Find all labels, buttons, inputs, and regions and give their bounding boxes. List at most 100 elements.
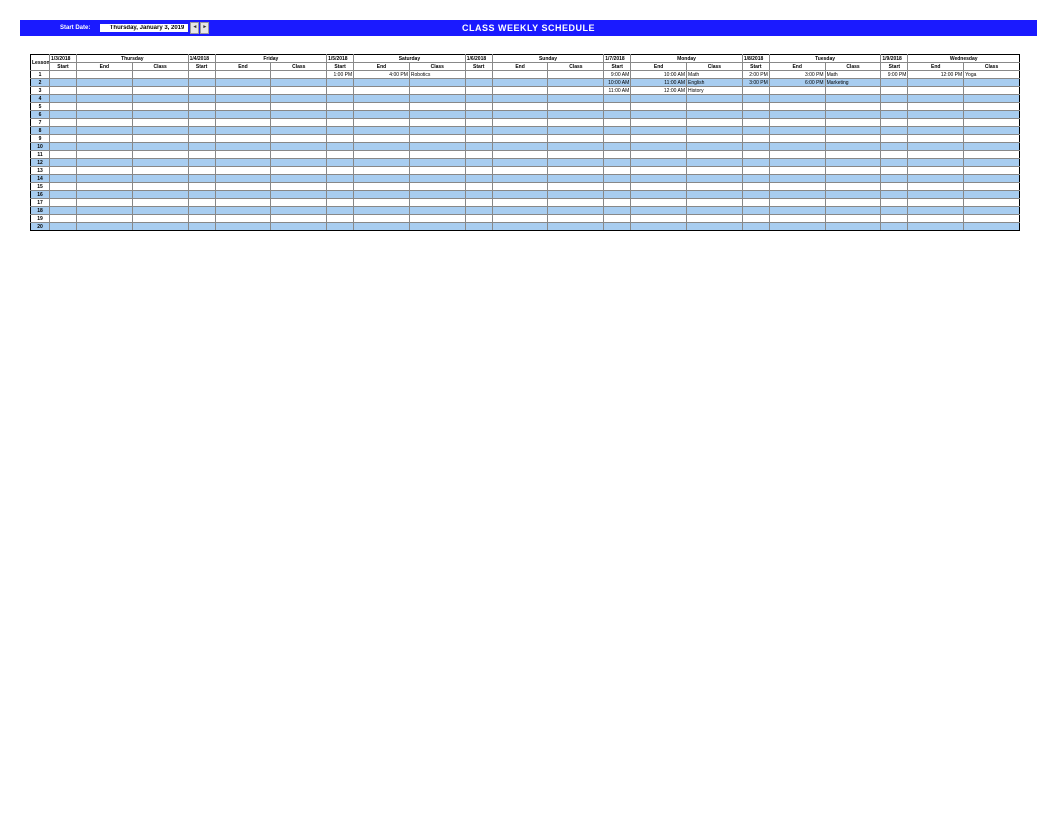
cell-class[interactable] (132, 159, 188, 167)
cell-class[interactable] (409, 103, 465, 111)
cell-start[interactable] (742, 151, 769, 159)
cell-start[interactable] (742, 135, 769, 143)
cell-start[interactable] (742, 103, 769, 111)
cell-end[interactable] (908, 119, 964, 127)
cell-class[interactable] (271, 223, 327, 231)
cell-class[interactable] (687, 111, 743, 119)
spinner-right-icon[interactable]: ► (200, 22, 209, 34)
cell-class[interactable] (825, 159, 881, 167)
cell-start[interactable] (188, 143, 215, 151)
cell-class[interactable] (409, 207, 465, 215)
cell-end[interactable] (492, 151, 548, 159)
cell-class[interactable] (548, 103, 604, 111)
cell-start[interactable] (604, 159, 631, 167)
cell-class[interactable] (409, 79, 465, 87)
cell-class[interactable] (548, 95, 604, 103)
cell-class[interactable] (409, 111, 465, 119)
cell-start[interactable] (742, 215, 769, 223)
cell-start[interactable] (465, 135, 492, 143)
cell-start[interactable] (604, 119, 631, 127)
cell-class[interactable] (964, 223, 1020, 231)
cell-class[interactable] (409, 135, 465, 143)
cell-start[interactable] (188, 119, 215, 127)
cell-end[interactable] (354, 87, 410, 95)
cell-start[interactable] (881, 111, 908, 119)
cell-start[interactable] (327, 215, 354, 223)
cell-start[interactable] (881, 151, 908, 159)
cell-end[interactable] (77, 95, 133, 103)
cell-end[interactable] (77, 159, 133, 167)
cell-start[interactable] (742, 191, 769, 199)
cell-end[interactable] (631, 215, 687, 223)
cell-end[interactable]: 12:00 PM (908, 71, 964, 79)
cell-start[interactable] (881, 119, 908, 127)
cell-start[interactable] (604, 167, 631, 175)
cell-start[interactable] (188, 127, 215, 135)
cell-start[interactable] (50, 191, 77, 199)
cell-start[interactable] (327, 151, 354, 159)
cell-start[interactable]: 10:00 AM (604, 79, 631, 87)
cell-end[interactable]: 3:00 PM (769, 71, 825, 79)
cell-class[interactable] (687, 119, 743, 127)
cell-end[interactable] (492, 71, 548, 79)
cell-end[interactable] (77, 167, 133, 175)
cell-class[interactable] (271, 191, 327, 199)
cell-class[interactable] (409, 95, 465, 103)
cell-start[interactable] (327, 183, 354, 191)
cell-end[interactable] (631, 223, 687, 231)
cell-start[interactable] (881, 87, 908, 95)
cell-start[interactable] (50, 199, 77, 207)
cell-end[interactable] (215, 199, 271, 207)
cell-start[interactable] (188, 111, 215, 119)
cell-end[interactable] (631, 191, 687, 199)
cell-start[interactable] (465, 191, 492, 199)
cell-end[interactable] (215, 143, 271, 151)
cell-class[interactable] (825, 111, 881, 119)
cell-class[interactable] (271, 119, 327, 127)
cell-class[interactable] (687, 151, 743, 159)
cell-end[interactable] (77, 103, 133, 111)
cell-class[interactable] (548, 143, 604, 151)
cell-start[interactable]: 1:00 PM (327, 71, 354, 79)
cell-end[interactable] (215, 79, 271, 87)
cell-class[interactable] (825, 103, 881, 111)
cell-start[interactable] (465, 159, 492, 167)
cell-start[interactable] (881, 95, 908, 103)
cell-start[interactable] (188, 215, 215, 223)
cell-end[interactable] (215, 95, 271, 103)
cell-class[interactable] (687, 167, 743, 175)
cell-start[interactable] (188, 167, 215, 175)
cell-start[interactable] (881, 127, 908, 135)
cell-start[interactable] (50, 175, 77, 183)
cell-class[interactable] (687, 199, 743, 207)
cell-class[interactable] (132, 183, 188, 191)
cell-class[interactable] (271, 215, 327, 223)
cell-start[interactable] (881, 143, 908, 151)
cell-end[interactable] (769, 183, 825, 191)
cell-end[interactable] (215, 111, 271, 119)
cell-end[interactable] (492, 119, 548, 127)
cell-start[interactable] (50, 127, 77, 135)
cell-start[interactable] (188, 151, 215, 159)
cell-end[interactable] (354, 103, 410, 111)
cell-end[interactable] (631, 183, 687, 191)
cell-start[interactable] (327, 191, 354, 199)
cell-start[interactable] (465, 223, 492, 231)
cell-start[interactable]: 3:00 PM (742, 79, 769, 87)
cell-start[interactable] (742, 127, 769, 135)
cell-end[interactable] (631, 143, 687, 151)
cell-end[interactable] (492, 95, 548, 103)
cell-end[interactable] (354, 215, 410, 223)
cell-start[interactable] (465, 127, 492, 135)
cell-start[interactable] (50, 135, 77, 143)
cell-class[interactable] (964, 199, 1020, 207)
cell-class[interactable] (825, 127, 881, 135)
cell-end[interactable] (769, 143, 825, 151)
cell-start[interactable] (742, 143, 769, 151)
cell-end[interactable] (354, 183, 410, 191)
cell-class[interactable] (825, 223, 881, 231)
cell-class[interactable] (132, 175, 188, 183)
cell-class[interactable] (548, 135, 604, 143)
cell-end[interactable] (908, 103, 964, 111)
cell-start[interactable] (742, 199, 769, 207)
